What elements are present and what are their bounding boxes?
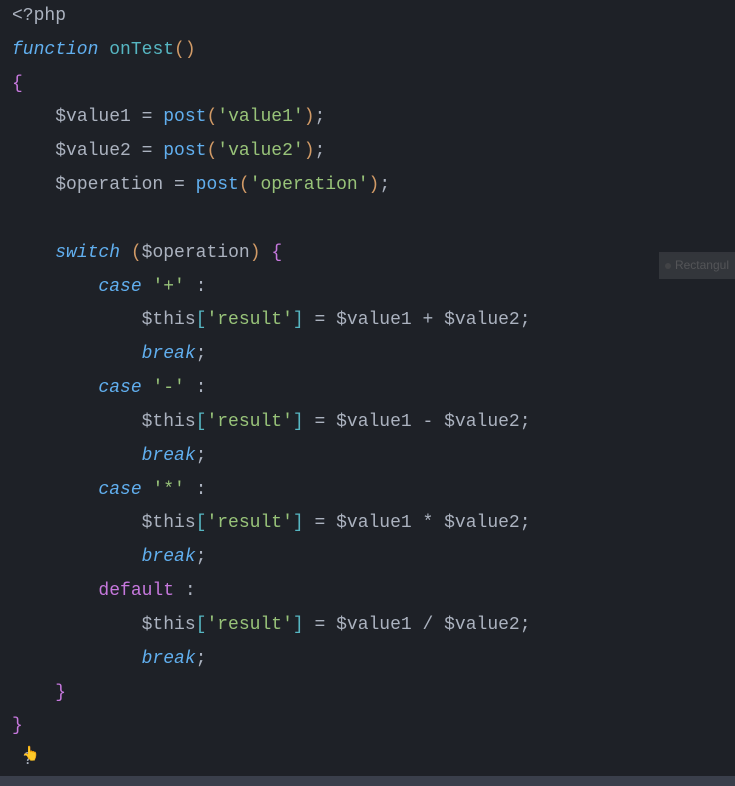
code-line: } — [12, 710, 735, 744]
close-brace: } — [12, 716, 23, 736]
function-call: post — [196, 175, 239, 195]
code-line: $value1 = post('value1'); — [12, 101, 735, 135]
code-line: break; — [12, 541, 735, 575]
code-line: function onTest() — [12, 34, 735, 68]
code-line: $this['result'] = $value1 * $value2; — [12, 507, 735, 541]
keyword-case: case — [98, 480, 141, 500]
code-line: $value2 = post('value2'); — [12, 135, 735, 169]
code-line: $operation = post('operation'); — [12, 169, 735, 203]
variable: $value1 — [55, 107, 131, 127]
string-literal: 'result' — [206, 310, 292, 330]
string-literal: 'value2' — [217, 141, 303, 161]
code-line: case '-' : — [12, 372, 735, 406]
cursor-icon: 👆 — [22, 742, 39, 768]
function-call: post — [163, 107, 206, 127]
variable: $this — [142, 615, 196, 635]
code-line: } — [12, 677, 735, 711]
status-bar — [0, 776, 735, 786]
dot-icon — [665, 263, 671, 269]
keyword-switch: switch — [55, 243, 120, 263]
code-line: { — [12, 68, 735, 102]
string-literal: 'value1' — [217, 107, 303, 127]
keyword-break: break — [142, 344, 196, 364]
close-brace: } — [55, 683, 66, 703]
code-line: case '*' : — [12, 474, 735, 508]
keyword-case: case — [98, 378, 141, 398]
function-name: onTest — [109, 40, 174, 60]
code-line: $this['result'] = $value1 + $value2; — [12, 304, 735, 338]
php-open-tag: <?php — [12, 6, 66, 26]
open-brace: { — [12, 74, 23, 94]
string-literal: '+' — [152, 277, 184, 297]
variable: $this — [142, 412, 196, 432]
code-line: case '+' : — [12, 271, 735, 305]
string-literal: '-' — [152, 378, 184, 398]
code-line: ? — [12, 744, 735, 778]
variable: $this — [142, 513, 196, 533]
code-line: $this['result'] = $value1 / $value2; — [12, 609, 735, 643]
rectangular-selection-hint[interactable]: Rectangul — [659, 252, 735, 279]
code-line: switch ($operation) { — [12, 237, 735, 271]
string-literal: 'result' — [206, 412, 292, 432]
variable: $this — [142, 310, 196, 330]
code-line: break; — [12, 338, 735, 372]
string-literal: 'result' — [206, 513, 292, 533]
keyword-default: default — [98, 581, 174, 601]
string-literal: '*' — [152, 480, 184, 500]
keyword-case: case — [98, 277, 141, 297]
keyword-break: break — [142, 547, 196, 567]
hint-label: Rectangul — [675, 258, 729, 272]
keyword-break: break — [142, 446, 196, 466]
code-line: default : — [12, 575, 735, 609]
function-call: post — [163, 141, 206, 161]
code-line: break; — [12, 643, 735, 677]
variable: $value2 — [55, 141, 131, 161]
variable: $operation — [142, 243, 250, 263]
code-line — [12, 203, 735, 237]
keyword-function: function — [12, 40, 98, 60]
code-line: <?php — [12, 0, 735, 34]
code-editor[interactable]: <?php function onTest() { $value1 = post… — [0, 0, 735, 778]
keyword-break: break — [142, 649, 196, 669]
code-line: $this['result'] = $value1 - $value2; — [12, 406, 735, 440]
code-line: break; — [12, 440, 735, 474]
variable: $operation — [55, 175, 163, 195]
string-literal: 'operation' — [250, 175, 369, 195]
string-literal: 'result' — [206, 615, 292, 635]
